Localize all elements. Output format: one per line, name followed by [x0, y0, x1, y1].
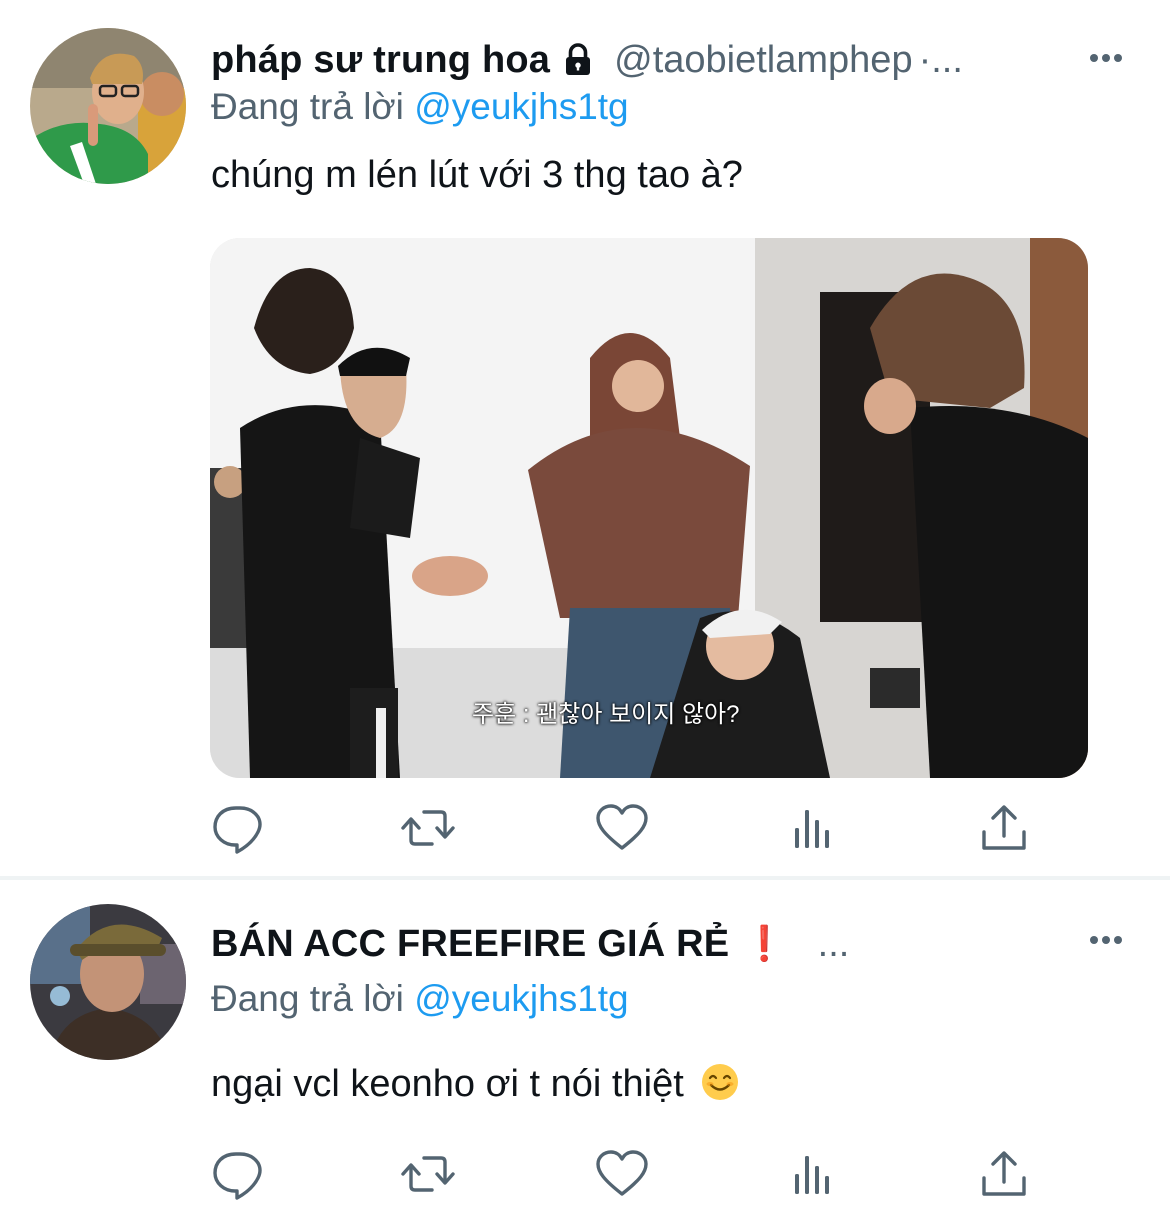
reply-button[interactable]: [210, 1146, 266, 1202]
lock-icon: [566, 43, 591, 75]
bar-chart-icon: [795, 810, 829, 848]
name-badge: ❗: [743, 925, 786, 963]
share-button[interactable]: [976, 1146, 1032, 1202]
views-button[interactable]: [786, 800, 842, 856]
avatar-image: [30, 28, 186, 184]
tweet-text-content: ngại vcl keonho ơi t nói thiệt: [211, 1063, 684, 1105]
speech-bubble-icon: [213, 1152, 262, 1200]
tweet-text: chúng m lén lút với 3 thg tao à?: [211, 154, 743, 196]
share-upload-icon: [982, 805, 1026, 850]
author-handle[interactable]: @taobietlamphep: [614, 39, 912, 82]
handle-overflow: ...: [817, 922, 850, 965]
avatar[interactable]: [30, 28, 186, 184]
reply-mention-link[interactable]: @yeukjhs1tg: [414, 86, 628, 127]
like-button[interactable]: [594, 1146, 650, 1202]
author-name[interactable]: pháp sư trung hoa: [211, 39, 550, 82]
speech-bubble-icon: [213, 806, 262, 854]
tweet-header: BÁN ACC FREEFIRE GIÁ RẺ ❗ ...: [211, 920, 1130, 968]
tweet-media[interactable]: 주훈 : 괜찮아 보이지 않아?: [210, 238, 1088, 778]
smiling-face-icon: [702, 1064, 739, 1100]
tweet-text: ngại vcl keonho ơi t nói thiệt: [211, 1062, 740, 1106]
views-button[interactable]: [786, 1146, 842, 1202]
like-button[interactable]: [594, 800, 650, 856]
tweet-header: pháp sư trung hoa @taobietlamphep ·...: [211, 36, 1130, 84]
action-bar: [210, 1146, 1040, 1202]
retweet-button[interactable]: [400, 800, 456, 856]
retweet-arrows-icon: [401, 810, 455, 846]
replying-to: Đang trả lời @yeukjhs1tg: [211, 86, 629, 128]
three-dots-icon[interactable]: [1082, 34, 1130, 82]
replying-prefix: Đang trả lời: [211, 978, 404, 1019]
handle-overflow: ·...: [918, 38, 963, 81]
retweet-arrows-icon: [401, 1156, 455, 1192]
bar-chart-icon: [795, 1156, 829, 1194]
share-button[interactable]: [976, 800, 1032, 856]
reply-mention-link[interactable]: @yeukjhs1tg: [414, 978, 628, 1019]
retweet-button[interactable]: [400, 1146, 456, 1202]
three-dots-icon[interactable]: [1082, 916, 1130, 964]
replying-prefix: Đang trả lời: [211, 86, 404, 127]
avatar-image: [30, 904, 186, 1060]
share-upload-icon: [982, 1151, 1026, 1196]
heart-icon: [596, 1150, 648, 1196]
tweet[interactable]: pháp sư trung hoa @taobietlamphep ·... Đ…: [0, 0, 1170, 878]
avatar[interactable]: [30, 904, 186, 1060]
reply-button[interactable]: [210, 800, 266, 856]
replying-to: Đang trả lời @yeukjhs1tg: [211, 978, 629, 1020]
tweet[interactable]: BÁN ACC FREEFIRE GIÁ RẺ ❗ ... Đang trả l…: [0, 880, 1170, 1210]
author-name[interactable]: BÁN ACC FREEFIRE GIÁ RẺ: [211, 923, 729, 966]
heart-icon: [596, 804, 648, 850]
media-subtitle: 주훈 : 괜찮아 보이지 않아?: [472, 701, 740, 728]
action-bar: [210, 800, 1040, 856]
